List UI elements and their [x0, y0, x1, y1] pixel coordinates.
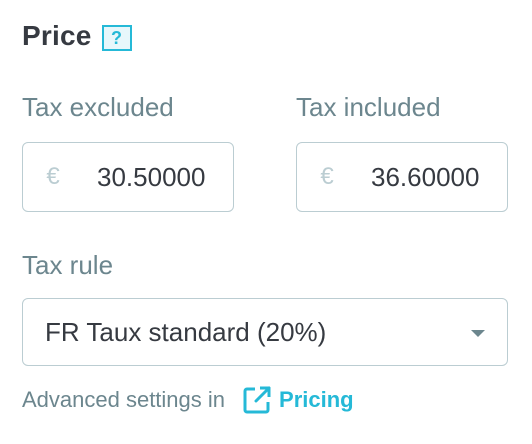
tax-excluded-input[interactable]: € 30.50000 — [22, 142, 234, 212]
advanced-settings-text: Advanced settings in — [22, 387, 226, 412]
advanced-settings-row: Advanced settings in Pricing — [22, 384, 354, 416]
euro-currency-symbol: € — [320, 163, 334, 190]
tax-excluded-value[interactable]: 30.50000 — [83, 162, 233, 193]
tax-included-label: Tax included — [296, 92, 441, 122]
help-icon[interactable]: ? — [101, 25, 132, 51]
tax-rule-select[interactable]: FR Taux standard (20%) — [22, 298, 508, 366]
price-header: Price ? — [22, 20, 132, 52]
pricing-link[interactable]: Pricing — [241, 384, 354, 416]
pricing-link-label: Pricing — [279, 387, 354, 412]
euro-currency-symbol: € — [46, 163, 60, 190]
page-title: Price — [22, 20, 92, 51]
tax-rule-label: Tax rule — [22, 250, 114, 280]
caret-down-icon — [471, 329, 485, 337]
external-link-icon — [243, 386, 271, 414]
tax-excluded-label: Tax excluded — [22, 92, 174, 122]
tax-included-value[interactable]: 36.60000 — [357, 162, 507, 193]
tax-rule-selected-value: FR Taux standard (20%) — [45, 316, 327, 347]
tax-included-input[interactable]: € 36.60000 — [296, 142, 508, 212]
